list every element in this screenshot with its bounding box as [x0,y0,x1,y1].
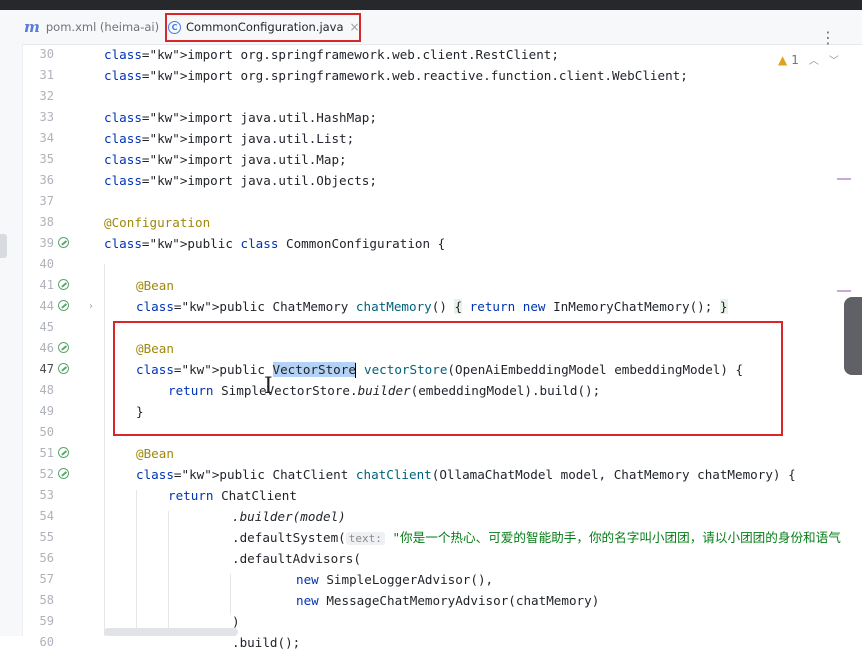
line-number: 56 [39,551,54,565]
code-text: class="kw">import java.util.List; [104,131,355,146]
text-cursor-icon: I [264,374,273,399]
scrollbar-marker [837,290,851,292]
code-line: 31 class="kw">import org.springframework… [0,65,862,86]
line-number: 53 [39,488,54,502]
code-line: 30 class="kw">import org.springframework… [0,44,862,65]
code-line: 35 class="kw">import java.util.Map; [0,149,862,170]
code-line: 37 [0,191,862,212]
line-number: 49 [39,404,54,418]
line-number: 31 [39,68,54,82]
spring-bean-icon[interactable] [58,468,69,479]
spring-bean-icon[interactable] [58,363,69,374]
code-text: class="kw">import java.util.Objects; [104,173,377,188]
code-text: return ChatClient [168,488,297,503]
code-text: class="kw">public ChatClient chatClient(… [136,467,796,482]
code-text: .builder(model) [232,509,346,524]
code-text: class="kw">import org.springframework.we… [104,47,559,62]
code-line: 32 [0,86,862,107]
code-text: class="kw">public ChatMemory chatMemory(… [136,299,728,314]
line-number: 52 [39,467,54,481]
line-number: 54 [39,509,54,523]
line-number: 51 [39,446,54,460]
code-line: 40 [0,254,862,275]
spring-bean-icon[interactable] [58,237,69,248]
parameter-hint: text: [345,532,385,545]
tab-pom-xml[interactable]: m pom.xml (heima-ai) [24,10,159,44]
code-line: 54 .builder(model) [0,506,862,527]
code-line: 39 class="kw">public class CommonConfigu… [0,233,862,254]
line-number: 40 [39,257,54,271]
code-line: 38 @Configuration [0,212,862,233]
code-editor[interactable]: ▲ 1 ︿ ﹀ 30 class="kw">import org.springf… [0,44,862,650]
tab-highlight-box [165,13,361,42]
line-number: 32 [39,89,54,103]
editor-tab-bar: m pom.xml (heima-ai) C CommonConfigurati… [0,10,862,47]
line-number: 36 [39,173,54,187]
code-text: @Bean [136,446,174,461]
line-number: 38 [39,215,54,229]
line-number: 35 [39,152,54,166]
line-number: 44 [39,299,54,313]
line-number: 60 [39,635,54,649]
code-text: @Bean [136,278,174,293]
code-text: new MessageChatMemoryAdvisor(chatMemory) [296,593,600,608]
code-line: 34 class="kw">import java.util.List; [0,128,862,149]
code-text: class="kw">import java.util.Map; [104,152,347,167]
code-line: 33 class="kw">import java.util.HashMap; [0,107,862,128]
code-text: .defaultSystem(text: "你是一个热心、可爱的智能助手，你的名… [232,527,841,549]
code-text: @Configuration [104,215,211,230]
code-line: 44 › class="kw">public ChatMemory chatMe… [0,296,862,317]
code-line: 53 return ChatClient [0,485,862,506]
horizontal-scrollbar[interactable] [104,628,238,636]
code-line: 57 new SimpleLoggerAdvisor(), [0,569,862,590]
line-number: 57 [39,572,54,586]
code-line: 58 new MessageChatMemoryAdvisor(chatMemo… [0,590,862,611]
floating-toolbar-handle[interactable] [844,297,862,375]
line-number: 47 [39,362,54,376]
line-number: 58 [39,593,54,607]
code-line: 55 .defaultSystem(text: "你是一个热心、可爱的智能助手，… [0,527,862,548]
maven-icon: m [24,18,40,36]
line-number: 46 [39,341,54,355]
code-line: 36 class="kw">import java.util.Objects; [0,170,862,191]
code-line: 51 @Bean [0,443,862,464]
spring-bean-icon[interactable] [58,300,69,311]
line-number: 37 [39,194,54,208]
line-number: 50 [39,425,54,439]
code-text: .build(); [232,635,301,650]
line-number: 34 [39,131,54,145]
line-number: 33 [39,110,54,124]
code-text: class="kw">public class CommonConfigurat… [104,236,446,251]
tab-label: pom.xml (heima-ai) [45,20,160,34]
line-number: 45 [39,320,54,334]
line-number: 59 [39,614,54,628]
spring-bean-icon[interactable] [58,279,69,290]
scrollbar-marker [837,178,851,180]
code-text: class="kw">import org.springframework.we… [104,68,688,83]
spring-bean-icon[interactable] [58,342,69,353]
code-text: .defaultAdvisors( [232,551,361,566]
line-number: 48 [39,383,54,397]
code-line: 41 @Bean [0,275,862,296]
line-number: 55 [39,530,54,544]
line-number: 30 [39,47,54,61]
line-number: 41 [39,278,54,292]
fold-icon[interactable]: › [89,296,93,317]
code-call: .defaultSystem( [232,530,346,545]
code-line: 52 class="kw">public ChatClient chatClie… [0,464,862,485]
window-title-bar [0,0,862,10]
code-highlight-box [113,321,783,436]
spring-bean-icon[interactable] [58,447,69,458]
code-text: class="kw">import java.util.HashMap; [104,110,377,125]
code-line: 56 .defaultAdvisors( [0,548,862,569]
string-literal: "你是一个热心、可爱的智能助手，你的名字叫小团团，请以小团团的身份和语气 [392,530,841,545]
line-number: 39 [39,236,54,250]
code-text: new SimpleLoggerAdvisor(), [296,572,494,587]
